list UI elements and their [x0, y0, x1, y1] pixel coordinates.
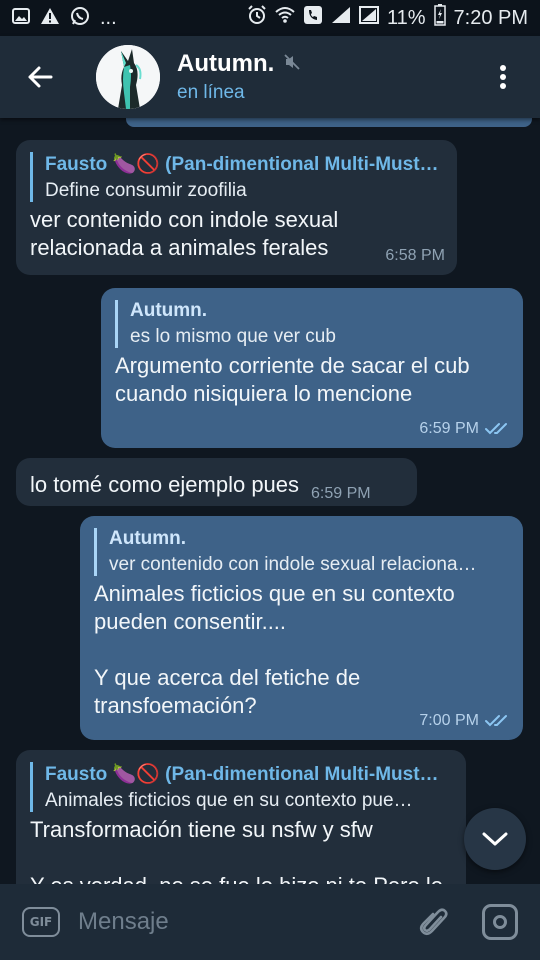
phone-icon — [303, 5, 323, 31]
chat-title-block[interactable]: Autumn. en línea — [177, 50, 300, 104]
battery-percent: 11% — [386, 6, 426, 29]
gif-button[interactable]: GIF — [22, 907, 60, 937]
muted-icon — [284, 53, 300, 75]
camera-icon — [493, 915, 507, 929]
alarm-icon — [247, 5, 267, 31]
message-text: Animales ficticios que en su contexto pu… — [94, 581, 455, 718]
message-time: 6:59 PM — [419, 420, 511, 438]
message-text: lo tomé como ejemplo pues 6:59 PM — [30, 466, 403, 502]
chat-header: Autumn. en línea — [0, 36, 540, 118]
more-vertical-icon — [500, 65, 506, 89]
signal-icon — [331, 6, 351, 30]
reply-quote-text: Animales ficticios que en su contexto pu… — [45, 790, 413, 811]
status-bar: ... 11% 7:20 PM — [0, 0, 540, 36]
message-text: ver contenido con indole sexual relacion… — [30, 207, 339, 260]
message-text: Argumento corriente de sacar el cub cuan… — [115, 353, 470, 406]
camera-button[interactable] — [482, 904, 518, 940]
chat-status: en línea — [177, 82, 245, 103]
message-bubble-outgoing[interactable]: Autumn. ver contenido con indole sexual … — [80, 516, 523, 740]
reply-quote-text: ver contenido con indole sexual relacion… — [109, 554, 477, 575]
message-text: Transformación tiene su nsfw y sfw Y es … — [30, 817, 443, 884]
double-check-icon — [485, 715, 507, 727]
reply-quote-text: Define consumir zoofilia — [45, 180, 247, 201]
message-bubble-outgoing[interactable]: Autumn. es lo mismo que ver cub Argument… — [101, 288, 523, 448]
chat-title: Autumn. — [177, 50, 275, 77]
reply-quote-author: Fausto 🍆🚫 (Pan-dimentional Multi-Must… — [45, 764, 439, 785]
status-bar-right: 11% 7:20 PM — [247, 4, 528, 32]
message-composer: GIF — [0, 884, 540, 960]
clock: 7:20 PM — [453, 6, 528, 29]
signal-2-icon — [358, 6, 379, 30]
alert-icon — [40, 7, 60, 29]
scroll-down-button[interactable] — [464, 808, 526, 870]
message-input[interactable] — [78, 908, 378, 936]
message-bubble-incoming[interactable]: lo tomé como ejemplo pues 6:59 PM — [16, 458, 417, 506]
reply-quote[interactable]: Autumn. es lo mismo que ver cub — [115, 300, 509, 348]
message-time: 7:00 PM — [419, 712, 511, 730]
reply-quote-author: Autumn. — [109, 528, 187, 549]
reply-quote[interactable]: Fausto 🍆🚫 (Pan-dimentional Multi-Must… A… — [30, 762, 452, 812]
more-options-button[interactable] — [466, 36, 540, 118]
reply-quote[interactable]: Autumn. ver contenido con indole sexual … — [94, 528, 509, 576]
message-time: 6:59 PM — [311, 485, 371, 502]
message-time: 6:58 PM — [385, 247, 445, 264]
status-bar-left: ... — [12, 6, 117, 30]
reply-quote[interactable]: Fausto 🍆🚫 (Pan-dimentional Multi-Must… D… — [30, 152, 443, 202]
battery-icon — [433, 4, 446, 32]
avatar[interactable] — [96, 45, 160, 109]
back-button[interactable] — [0, 36, 80, 118]
reply-quote-author: Fausto 🍆🚫 (Pan-dimentional Multi-Must… — [45, 154, 439, 175]
wifi-icon — [275, 6, 295, 30]
whatsapp-icon — [70, 6, 90, 30]
previous-message-bubble — [126, 118, 532, 127]
message-bubble-incoming[interactable]: Fausto 🍆🚫 (Pan-dimentional Multi-Must… A… — [16, 750, 466, 884]
reply-quote-text: es lo mismo que ver cub — [130, 326, 336, 347]
message-list[interactable]: Fausto 🍆🚫 (Pan-dimentional Multi-Must… D… — [0, 118, 540, 884]
image-icon — [12, 8, 30, 28]
arrow-left-icon — [28, 66, 53, 88]
reply-quote-author: Autumn. — [130, 300, 208, 321]
attach-button[interactable] — [414, 902, 454, 942]
paperclip-icon — [419, 908, 448, 936]
chevron-down-icon — [482, 832, 508, 846]
message-bubble-incoming[interactable]: Fausto 🍆🚫 (Pan-dimentional Multi-Must… D… — [16, 140, 457, 275]
more-notifications-indicator: ... — [100, 6, 117, 29]
double-check-icon — [485, 423, 507, 435]
